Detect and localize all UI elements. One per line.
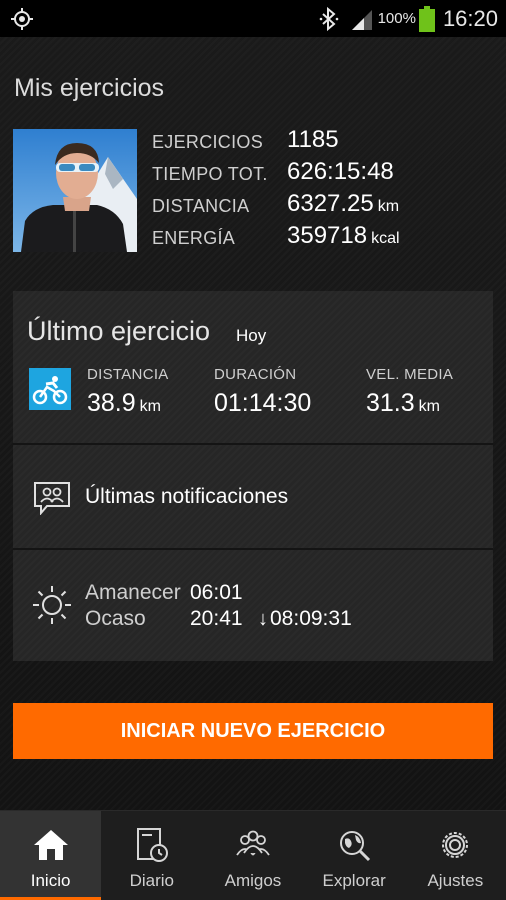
home-icon (33, 830, 68, 860)
battery-percent: 100% (377, 10, 416, 27)
stat-value: 626:15:48 (287, 158, 394, 185)
metric-value: 01:14:30 (214, 389, 312, 417)
stat-label: ENERGÍA (152, 228, 236, 248)
nav-item-home[interactable]: Inicio (0, 811, 102, 900)
nav-label: Amigos (224, 871, 282, 890)
sunrise-label: Amanecer (85, 581, 181, 604)
nav-label: Diario (129, 871, 174, 890)
divider (13, 548, 493, 550)
bottom-nav: Inicio Diario Amigos Explorar Ajustes (0, 810, 506, 900)
nav-label: Inicio (30, 871, 71, 890)
last-workout-title: Último ejercicio (27, 316, 211, 346)
metric-unit: km (139, 398, 161, 415)
metric-duration: DURACIÓN 01:14:30 (214, 366, 311, 418)
page-title: Mis ejercicios (14, 74, 165, 102)
diary-icon (136, 828, 168, 862)
stat-unit: km (377, 198, 400, 215)
metric-label: DISTANCIA (87, 366, 169, 383)
stat-unit: kcal (371, 230, 400, 247)
notifications-icon (34, 482, 70, 515)
sunrise-time: 06:01 (190, 581, 243, 604)
explore-icon (340, 831, 371, 862)
nav-label: Explorar (322, 871, 386, 890)
avatar[interactable] (13, 129, 137, 252)
nav-item-diary[interactable]: Diario (101, 811, 202, 900)
metric-unit: km (418, 398, 440, 415)
arrow-down-icon: ↓ (258, 608, 268, 630)
bluetooth-icon (319, 6, 338, 31)
sunset-label: Ocaso (85, 607, 146, 630)
metric-label: VEL. MEDIA (366, 366, 454, 383)
nav-item-explore[interactable]: Explorar (304, 811, 405, 900)
signal-icon (351, 9, 372, 30)
stat-label: DISTANCIA (152, 196, 250, 216)
stat-label: EJERCICIOS (152, 132, 264, 152)
metric-label: DURACIÓN (214, 366, 297, 383)
last-workout-date: Hoy (236, 326, 267, 345)
day-length: ↓08:09:31 (258, 607, 352, 630)
metric-avg-speed: VEL. MEDIA 31.3 km (366, 366, 453, 418)
cycling-icon (29, 368, 71, 410)
status-time: 16:20 (442, 5, 498, 31)
dashboard-card: Último ejercicio Hoy DISTANCIA 38.9 km DU… (13, 291, 493, 661)
stat-value: 359718 kcal (287, 222, 400, 249)
divider (13, 443, 493, 445)
start-new-workout-button[interactable]: INICIAR NUEVO EJERCICIO (13, 703, 493, 759)
metric-value: 38.9 km (87, 389, 161, 417)
notifications-label: Últimas notificaciones (85, 485, 289, 508)
nav-item-friends[interactable]: Amigos (202, 811, 303, 900)
settings-icon (442, 832, 469, 858)
battery-icon (418, 5, 435, 32)
sunset-time: 20:41 (190, 607, 243, 630)
stat-label: TIEMPO TOT. (152, 164, 268, 184)
stat-value: 1185 (287, 126, 339, 153)
stat-value: 6327.25 km (287, 190, 400, 217)
nav-item-settings[interactable]: Ajustes (405, 811, 506, 900)
friends-icon (236, 830, 270, 856)
sun-icon (33, 586, 71, 624)
metric-value: 31.3 km (366, 389, 440, 417)
metric-distance: DISTANCIA 38.9 km (87, 366, 169, 418)
location-target-icon (11, 8, 33, 30)
nav-label: Ajustes (427, 871, 484, 890)
status-bar: 100% 16:20 (0, 0, 506, 37)
